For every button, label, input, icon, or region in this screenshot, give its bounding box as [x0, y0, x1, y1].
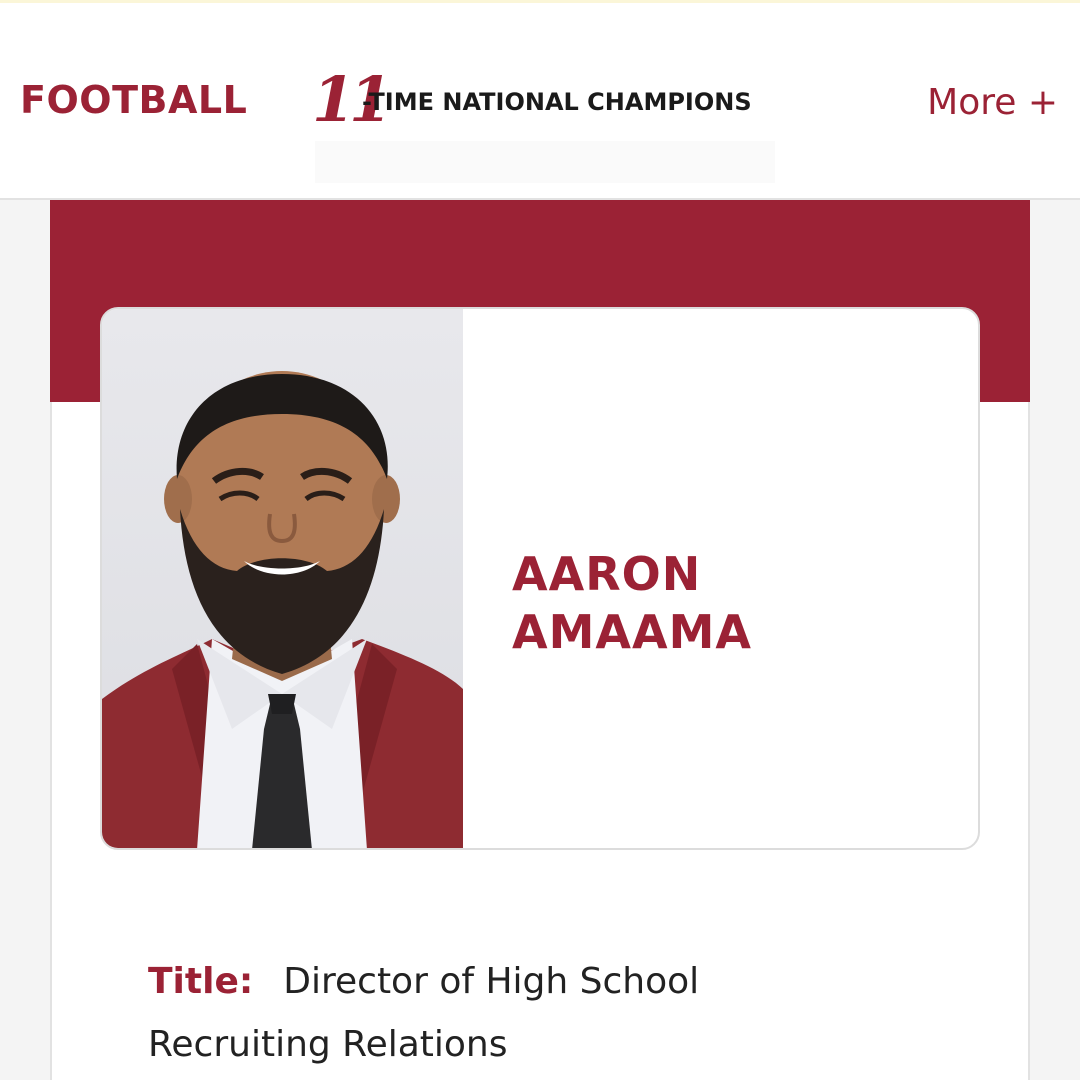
logo-backdrop [315, 141, 775, 183]
staff-first-name: AARON [512, 547, 702, 601]
champions-text: -TIME NATIONAL CHAMPIONS [362, 88, 752, 116]
staff-title-row: Title: Director of High School Recruiting… [148, 950, 848, 1076]
title-label: Title: [148, 961, 254, 1002]
staff-last-name: AMAAMA [512, 605, 752, 659]
staff-headshot-photo [102, 309, 463, 848]
headshot-illustration [102, 371, 463, 848]
site-title-link[interactable]: FOOTBALL [20, 80, 247, 120]
profile-card: AARON AMAAMA [100, 307, 980, 850]
top-navigation-bar: FOOTBALL 11 -TIME NATIONAL CHAMPIONS Mor… [0, 3, 1080, 200]
more-menu-button[interactable]: More + [927, 81, 1058, 125]
staff-name: AARON AMAAMA [512, 545, 752, 661]
